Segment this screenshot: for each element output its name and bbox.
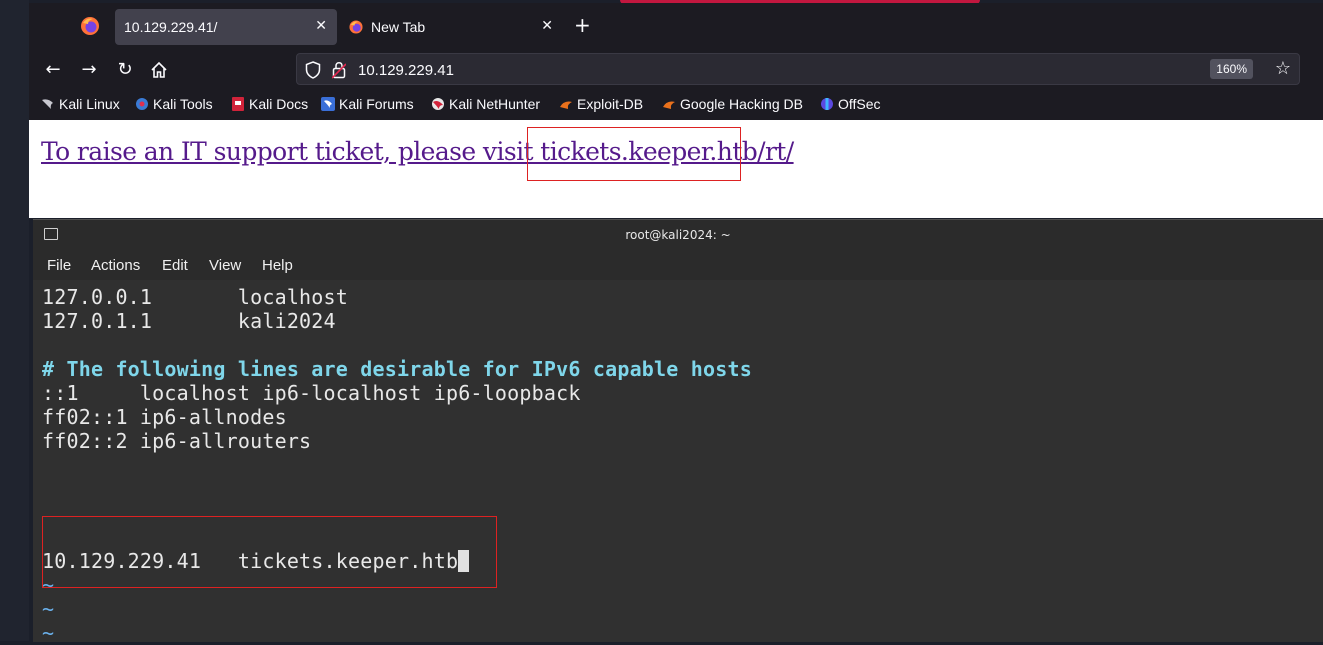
bookmark-kali-nethunter[interactable]: Kali NetHunter [431, 96, 540, 112]
menu-actions[interactable]: Actions [91, 257, 140, 274]
menu-help[interactable]: Help [262, 257, 293, 274]
terminal-text-area[interactable]: 127.0.0.1 localhost 127.0.1.1 kali2024 #… [33, 280, 1323, 645]
kali-forums-icon [321, 97, 335, 111]
hosts-line: 127.0.0.1 localhost [42, 285, 349, 309]
bookmark-kali-docs[interactable]: Kali Docs [231, 96, 308, 112]
bookmark-label: Kali NetHunter [449, 96, 541, 112]
firefox-icon [349, 20, 363, 34]
empty-line-marker: ~ [42, 597, 55, 621]
exploitdb-icon [560, 101, 572, 109]
bookmark-kali-tools[interactable]: Kali Tools [135, 96, 213, 112]
browser-window: 10.129.229.41/ ✕ New Tab ✕ + ← → ↻ 10.12… [29, 3, 1323, 218]
bookmarks-toolbar: Kali Linux Kali Tools Kali Docs Kali For… [29, 91, 1323, 119]
empty-line-marker: ~ [42, 621, 55, 645]
hosts-line: ::1 localhost ip6-localhost ip6-loopback [42, 381, 581, 405]
bookmark-exploit-db[interactable]: Exploit-DB [559, 96, 643, 112]
close-icon[interactable]: ✕ [315, 18, 327, 34]
terminal-titlebar[interactable]: root@kali2024: ~ [33, 220, 1323, 250]
hosts-comment: # The following lines are desirable for … [42, 357, 752, 381]
tab-new-tab[interactable]: New Tab ✕ [341, 9, 563, 45]
menu-file[interactable]: File [47, 257, 71, 274]
bookmark-label: OffSec [838, 96, 881, 112]
bookmark-label: Google Hacking DB [680, 96, 803, 112]
back-arrow-icon[interactable]: ← [42, 59, 64, 81]
kali-tools-icon [136, 98, 148, 110]
highlight-box [527, 127, 741, 181]
bookmark-kali-linux[interactable]: Kali Linux [41, 96, 120, 112]
highlight-box [42, 516, 497, 588]
address-bar[interactable]: 10.129.229.41 160% ☆ [296, 53, 1300, 85]
navigation-toolbar: ← → ↻ 10.129.229.41 160% ☆ [29, 49, 1323, 91]
tab-current[interactable]: 10.129.229.41/ ✕ [115, 9, 337, 45]
offsec-icon [821, 98, 833, 110]
home-icon[interactable] [150, 61, 168, 79]
ghdb-icon [663, 101, 675, 109]
bookmark-star-icon[interactable]: ☆ [1275, 59, 1291, 79]
page-content: To raise an IT support ticket, please vi… [29, 120, 1323, 218]
hosts-line: 127.0.1.1 kali2024 [42, 309, 336, 333]
close-icon[interactable]: ✕ [541, 18, 553, 34]
bookmark-google-hacking-db[interactable]: Google Hacking DB [662, 96, 803, 112]
bookmark-label: Kali Tools [153, 96, 213, 112]
url-text: 10.129.229.41 [358, 62, 454, 79]
desktop-background [0, 0, 29, 641]
reload-icon[interactable]: ↻ [114, 59, 136, 81]
hosts-line: ff02::1 ip6-allnodes [42, 405, 287, 429]
zoom-level-badge[interactable]: 160% [1210, 59, 1253, 79]
window-title: root@kali2024: ~ [625, 228, 731, 242]
tab-label: New Tab [371, 19, 426, 35]
bookmark-offsec[interactable]: OffSec [820, 96, 881, 112]
nethunter-icon [432, 98, 444, 110]
hosts-line: ff02::2 ip6-allrouters [42, 429, 312, 453]
bookmark-label: Kali Linux [59, 96, 120, 112]
shield-icon[interactable] [305, 61, 321, 79]
lock-insecure-icon[interactable] [332, 61, 346, 79]
firefox-icon[interactable] [79, 15, 101, 37]
kali-icon [42, 99, 53, 109]
bookmark-kali-forums[interactable]: Kali Forums [321, 96, 414, 112]
kali-docs-icon [232, 97, 244, 111]
bookmark-label: Kali Forums [339, 96, 414, 112]
forward-arrow-icon[interactable]: → [78, 59, 100, 81]
menu-edit[interactable]: Edit [162, 257, 188, 274]
tab-label: 10.129.229.41/ [124, 19, 218, 35]
tab-bar: 10.129.229.41/ ✕ New Tab ✕ + [29, 3, 1323, 49]
bookmark-label: Kali Docs [249, 96, 309, 112]
plus-icon[interactable]: + [574, 15, 591, 35]
bookmark-label: Exploit-DB [577, 96, 644, 112]
menu-view[interactable]: View [209, 257, 241, 274]
terminal-window: root@kali2024: ~ File Actions Edit View … [33, 219, 1323, 645]
terminal-menubar: File Actions Edit View Help [33, 250, 1323, 280]
